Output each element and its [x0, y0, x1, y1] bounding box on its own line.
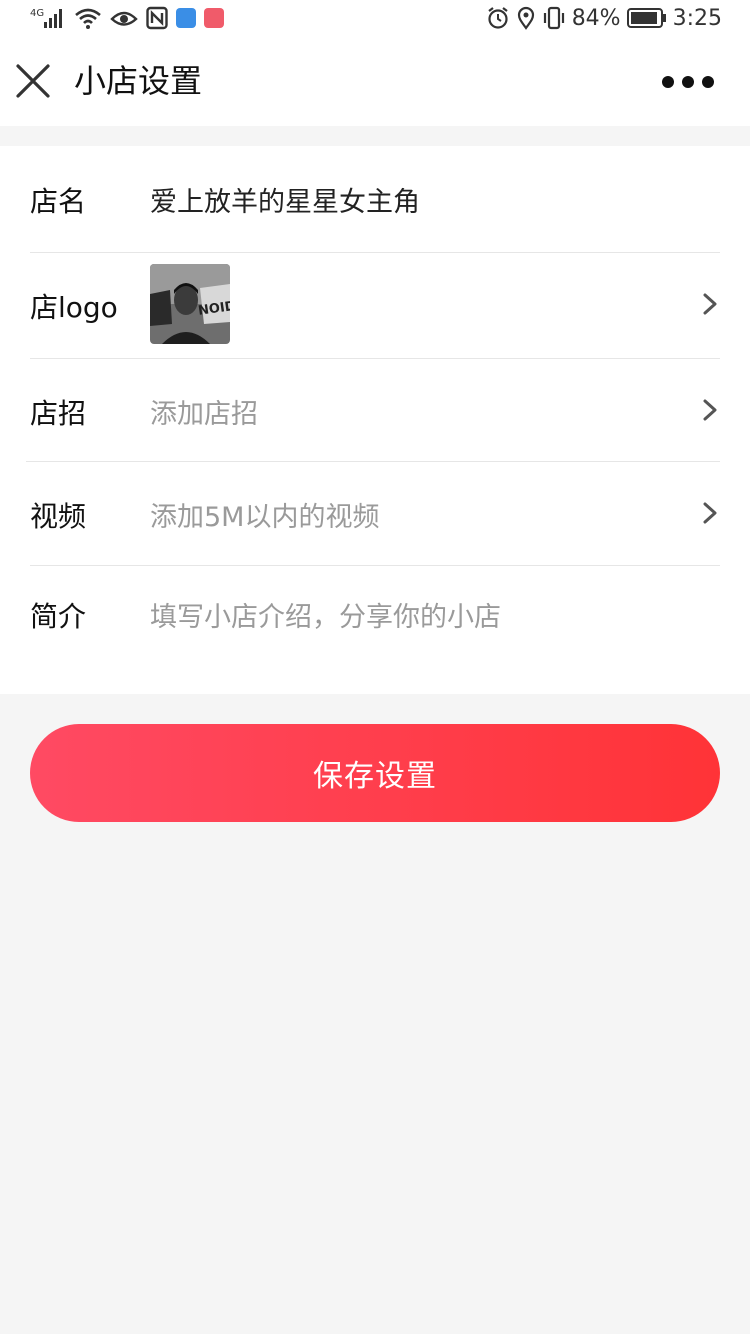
more-options-button[interactable] — [662, 70, 714, 94]
vibrate-icon — [543, 6, 564, 30]
row-divider — [30, 565, 720, 566]
shop-sign-placeholder: 添加店招 — [150, 399, 258, 430]
status-bar: 4G 84% 3:25 — [0, 0, 750, 36]
row-divider — [30, 358, 720, 359]
eye-icon — [110, 11, 138, 26]
clock-time: 3:25 — [672, 5, 722, 31]
shop-logo-label: 店logo — [30, 291, 118, 324]
video-label: 视频 — [30, 500, 87, 533]
close-button[interactable] — [12, 60, 54, 102]
more-dot-icon — [682, 76, 694, 88]
wifi-icon — [75, 8, 101, 29]
battery-icon — [626, 8, 666, 28]
row-divider — [26, 461, 720, 462]
intro-input[interactable]: 填写小店介绍，分享你的小店 — [150, 595, 501, 634]
shop-name-label: 店名 — [30, 185, 87, 218]
shop-name-row[interactable]: 店名 爱上放羊的星星女主角 — [30, 176, 720, 222]
avatar-photo: NOID — [150, 264, 230, 344]
shield-app-icon — [176, 8, 196, 28]
shop-settings-form: 店名 爱上放羊的星星女主角 店logo NOID 店招 添加店招 视频 添加5M… — [0, 146, 750, 694]
location-icon — [517, 6, 534, 30]
close-icon — [16, 64, 50, 98]
status-icons-right: 84% 3:25 — [486, 2, 722, 34]
intro-label: 简介 — [30, 600, 87, 633]
shop-sign-row[interactable]: 店招 添加店招 — [30, 388, 720, 434]
nav-bar: 小店设置 — [0, 36, 750, 126]
shop-sign-label: 店招 — [30, 397, 87, 430]
intro-row[interactable]: 简介 填写小店介绍，分享你的小店 — [30, 591, 720, 637]
video-row[interactable]: 视频 添加5M以内的视频 — [30, 491, 720, 537]
status-icons-left: 4G — [30, 4, 224, 32]
video-placeholder: 添加5M以内的视频 — [150, 502, 380, 533]
shop-logo-row[interactable]: 店logo NOID — [30, 264, 720, 344]
battery-percent: 84% — [571, 5, 621, 31]
shop-logo-image[interactable]: NOID — [150, 264, 230, 344]
signal-icon: 4G — [30, 8, 62, 28]
more-dot-icon — [702, 76, 714, 88]
alarm-icon — [488, 7, 508, 29]
shopping-app-icon — [204, 8, 224, 28]
chevron-right-icon — [703, 502, 717, 524]
network-type-label: 4G — [30, 8, 44, 19]
row-divider — [30, 252, 720, 253]
more-dot-icon — [662, 76, 674, 88]
page-title: 小店设置 — [74, 62, 203, 100]
shop-name-input[interactable]: 爱上放羊的星星女主角 — [150, 180, 420, 219]
save-settings-button[interactable]: 保存设置 — [30, 724, 720, 822]
chevron-right-icon — [703, 399, 717, 421]
chevron-right-icon — [703, 293, 717, 315]
nfc-icon — [146, 6, 168, 30]
